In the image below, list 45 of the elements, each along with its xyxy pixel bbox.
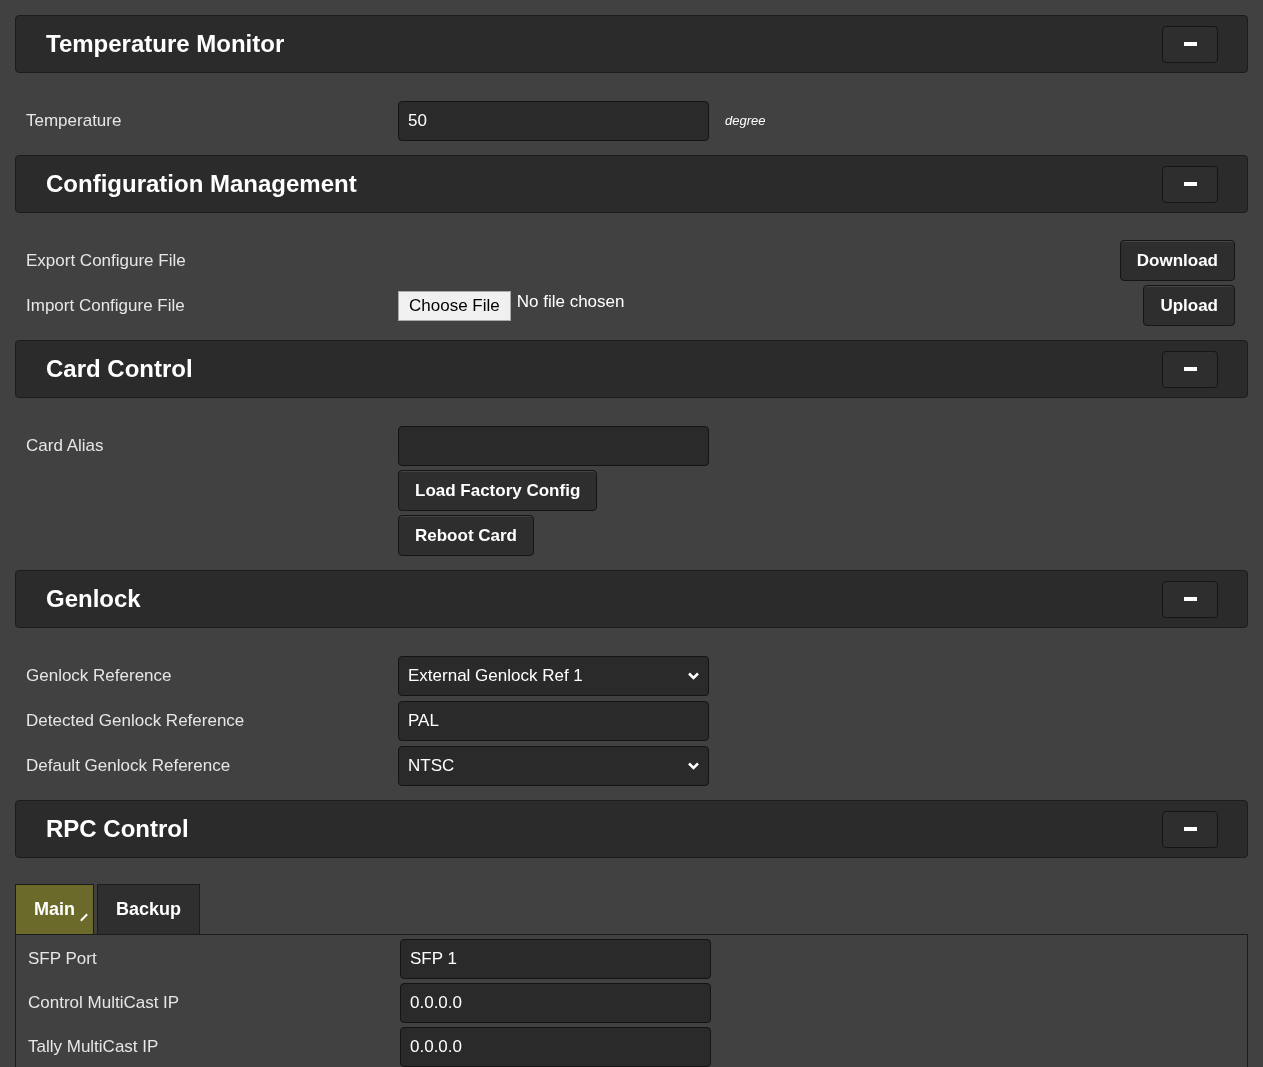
action-button[interactable]: Load Factory Config <box>398 470 598 511</box>
collapse-button[interactable] <box>1162 350 1218 388</box>
resize-mark-icon <box>80 913 88 922</box>
action-button[interactable]: Upload <box>1143 285 1235 326</box>
section-title: Genlock <box>46 584 141 614</box>
choose-file-button[interactable]: Choose File <box>398 290 511 321</box>
field-label: Detected Genlock Reference <box>26 710 245 730</box>
field-label: Default Genlock Reference <box>26 755 231 775</box>
field-label: Genlock Reference <box>26 665 172 685</box>
text-field[interactable]: PAL <box>398 700 709 741</box>
field-label: SFP Port <box>28 948 97 968</box>
minus-icon <box>1183 182 1197 186</box>
minus-icon <box>1183 827 1197 831</box>
section-title: RPC Control <box>46 814 189 844</box>
dropdown[interactable]: External Genlock Ref 1 <box>398 655 709 696</box>
section-title: Card Control <box>46 354 193 384</box>
text-field[interactable]: 0.0.0.0 <box>400 1026 711 1067</box>
field-label: Card Alias <box>26 435 104 455</box>
field-label: Control MultiCast IP <box>28 992 180 1012</box>
tab[interactable]: Backup <box>97 884 201 934</box>
field-label: Temperature <box>26 110 122 130</box>
collapse-button[interactable] <box>1162 25 1218 63</box>
minus-icon <box>1183 597 1197 601</box>
unit-label: degree <box>725 111 766 130</box>
field-label: Import Configure File <box>26 295 185 315</box>
action-button[interactable]: Download <box>1119 240 1235 281</box>
minus-icon <box>1183 42 1197 46</box>
chevron-down-icon <box>688 761 699 770</box>
text-field[interactable]: 0.0.0.0 <box>400 982 711 1023</box>
collapse-button[interactable] <box>1162 165 1218 203</box>
collapse-button[interactable] <box>1162 810 1218 848</box>
text-field[interactable] <box>398 425 709 466</box>
minus-icon <box>1183 367 1197 371</box>
text-field[interactable]: SFP 1 <box>400 938 711 979</box>
field-label: Export Configure File <box>26 250 186 270</box>
chevron-down-icon <box>688 671 699 680</box>
action-button[interactable]: Reboot Card <box>398 515 534 556</box>
dropdown[interactable]: NTSC <box>398 745 709 786</box>
section-title: Temperature Monitor <box>46 29 285 59</box>
file-status: No file chosen <box>516 290 625 313</box>
section-title: Configuration Management <box>46 169 357 199</box>
field-label: Tally MultiCast IP <box>28 1036 159 1056</box>
tab[interactable]: Main <box>15 884 94 934</box>
collapse-button[interactable] <box>1162 580 1218 618</box>
text-field[interactable]: 50 <box>398 100 709 141</box>
